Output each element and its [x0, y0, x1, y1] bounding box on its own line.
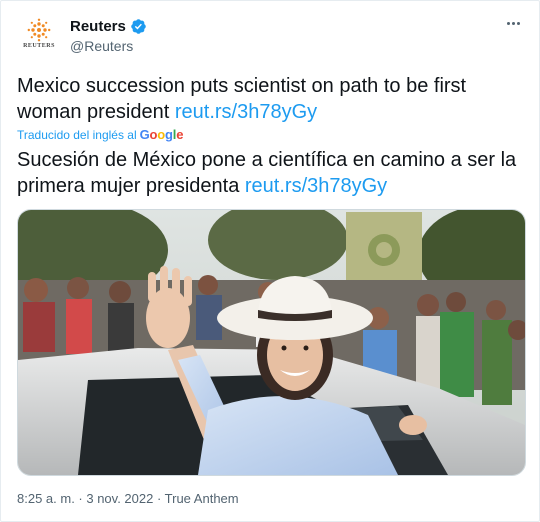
- tweet-link-translated[interactable]: reut.rs/3h78yGy: [245, 175, 387, 197]
- account-name-row: Reuters: [70, 18, 147, 35]
- tweet-text-original: Mexico succession puts scientist on path…: [17, 73, 527, 125]
- photo-scene: [18, 210, 525, 475]
- reuters-logo-icon: [27, 18, 51, 42]
- account-name[interactable]: Reuters: [70, 18, 126, 35]
- account-handle[interactable]: @Reuters: [70, 38, 133, 54]
- tweet-photo[interactable]: [17, 209, 526, 476]
- translation-label: Traducido del inglés al: [17, 127, 137, 142]
- tweet-text-translated: Sucesión de México pone a científica en …: [17, 147, 527, 199]
- tweet-link[interactable]: reut.rs/3h78yGy: [175, 101, 317, 123]
- more-options-icon[interactable]: [503, 15, 523, 31]
- tweet-card: REUTERS Reuters @Reuters Mexico successi…: [0, 0, 540, 522]
- avatar-wordmark: REUTERS: [23, 43, 55, 49]
- tweet-timestamp[interactable]: 8:25 a. m. · 3 nov. 2022 · True Anthem: [17, 491, 239, 506]
- google-logo-icon: Google: [139, 127, 184, 142]
- reuters-avatar[interactable]: REUTERS: [16, 16, 62, 62]
- verified-badge-icon: [131, 19, 146, 34]
- translation-notice[interactable]: Traducido del inglés al Google: [17, 127, 183, 142]
